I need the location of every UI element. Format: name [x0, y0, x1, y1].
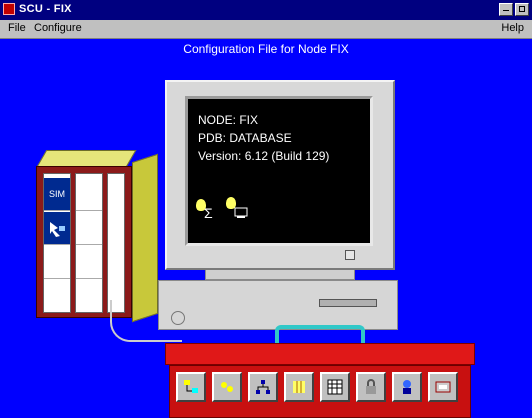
network-nodes-button[interactable]	[248, 372, 278, 402]
toolbox-lid	[165, 343, 475, 365]
menu-bar: File Configure Help	[0, 20, 532, 39]
security-button[interactable]	[356, 372, 386, 402]
spreadsheet-button[interactable]	[320, 372, 350, 402]
pdb-label: PDB: DATABASE	[198, 131, 292, 145]
menu-file[interactable]: File	[8, 22, 26, 34]
rack-slot: SIM	[43, 173, 71, 313]
startup-config-button[interactable]	[428, 372, 458, 402]
power-button	[345, 250, 355, 260]
version-label: Version: 6.12 (Build 129)	[198, 149, 330, 163]
alarm-config-icon	[403, 380, 411, 394]
database-config-button[interactable]	[284, 372, 314, 402]
network-config-icon	[184, 380, 198, 393]
startup-config-icon	[435, 381, 451, 393]
empty-slot-cell	[76, 178, 102, 211]
spreadsheet-icon	[327, 379, 343, 395]
title-buttons	[497, 3, 529, 16]
empty-slot-cell	[76, 280, 102, 312]
network-nodes-icon	[256, 380, 270, 394]
maximize-button[interactable]	[515, 3, 529, 16]
rack-front: SIM	[36, 166, 132, 318]
monitor-body: NODE: FIX PDB: DATABASE Version: 6.12 (B…	[165, 80, 395, 270]
toolbox	[165, 325, 475, 418]
empty-slot-cell	[76, 212, 102, 245]
title-bar: SCU - FIX	[0, 0, 532, 20]
security-lock-icon	[366, 379, 376, 394]
floppy-drive	[319, 299, 377, 307]
monitor: NODE: FIX PDB: DATABASE Version: 6.12 (B…	[165, 80, 395, 290]
sim-card[interactable]: SIM	[44, 178, 70, 211]
application-window: SCU - FIX File Configure Help Configurat…	[0, 0, 532, 418]
app-icon[interactable]	[3, 3, 15, 15]
rack-slot	[75, 173, 103, 313]
case-vent	[171, 311, 185, 325]
minimize-button[interactable]	[499, 3, 513, 16]
network-config-button[interactable]	[176, 372, 206, 402]
menu-help[interactable]: Help	[501, 22, 524, 34]
empty-slot-cell	[44, 246, 70, 279]
alarm-config-button[interactable]	[392, 372, 422, 402]
empty-slot-cell	[76, 246, 102, 279]
configuration-heading: Configuration File for Node FIX	[183, 42, 349, 56]
scada-config-button[interactable]	[212, 372, 242, 402]
monitor-screen: NODE: FIX PDB: DATABASE Version: 6.12 (B…	[185, 96, 373, 246]
driver-card-icon[interactable]	[44, 212, 70, 245]
sigma-icon[interactable]: Σ	[204, 205, 213, 221]
computer-icon[interactable]	[234, 207, 248, 219]
io-rack[interactable]: SIM	[36, 150, 158, 323]
toolbox-body	[169, 365, 471, 418]
rack-side	[132, 153, 158, 323]
empty-slot-cell	[44, 280, 70, 312]
window-title: SCU - FIX	[19, 3, 72, 15]
node-label: NODE: FIX	[198, 113, 259, 127]
scada-config-icon	[221, 382, 233, 392]
menu-configure[interactable]: Configure	[34, 22, 82, 34]
database-config-icon	[293, 381, 305, 393]
toolbox-handle	[275, 325, 365, 345]
rack-slot	[107, 173, 125, 313]
